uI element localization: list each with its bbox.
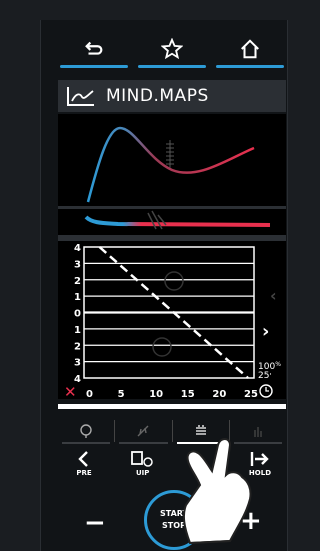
chevron-left-icon <box>78 450 88 467</box>
progress-bar <box>58 404 286 409</box>
x-tick-label: 5 <box>118 389 125 399</box>
probe-icon <box>80 424 92 438</box>
x-tick-label: 20 <box>212 389 226 399</box>
humidity-curve-graph <box>58 209 286 235</box>
fan-icon <box>164 271 184 291</box>
clock-icon <box>259 384 273 398</box>
temperature-curve-graph <box>58 114 286 206</box>
uip-icon <box>130 450 153 467</box>
speed-chart-svg: 432101234 0 5 10 15 20 25 ✕ ‹ › 100% 25' <box>64 243 281 399</box>
decrease-button[interactable]: − <box>84 508 106 538</box>
y-tick-label: 0 <box>74 309 81 320</box>
title-bar: MIND.MAPS <box>58 80 286 112</box>
humidity-curve <box>84 210 271 230</box>
favorite-button[interactable] <box>136 28 208 70</box>
y-tick-label: 3 <box>74 259 81 270</box>
y-tick-label: 4 <box>74 243 81 254</box>
x-tick-label: 0 <box>86 389 93 399</box>
pointing-hand-icon <box>182 438 252 545</box>
x-tick-label: 10 <box>149 389 163 399</box>
close-marker[interactable]: ✕ <box>64 383 77 399</box>
page-title: MIND.MAPS <box>106 86 209 106</box>
pre-label: PRE <box>76 468 92 477</box>
fan-tab-icon <box>137 425 149 437</box>
scroll-up-chevron-icon[interactable]: ‹ <box>270 286 277 305</box>
x-tick-label: 25 <box>244 389 258 399</box>
y-tick-label: 1 <box>74 325 81 336</box>
home-button[interactable] <box>214 28 286 70</box>
uip-label: UIP <box>135 468 150 477</box>
speed-chart[interactable]: 432101234 0 5 10 15 20 25 ✕ ‹ › 100% 25' <box>58 241 286 399</box>
y-tick-label: 2 <box>74 341 81 352</box>
y-tick-label: 2 <box>74 276 81 287</box>
return-arrow-icon <box>85 41 103 55</box>
tab-probe[interactable] <box>58 420 116 444</box>
fan-icon <box>152 337 172 357</box>
home-icon <box>241 39 259 59</box>
time-label: 25' <box>258 371 271 381</box>
top-navigation <box>58 28 286 70</box>
back-button[interactable] <box>58 28 130 70</box>
star-icon <box>161 38 183 60</box>
pre-button[interactable]: PRE <box>58 450 110 477</box>
y-tick-label: 3 <box>74 358 81 369</box>
x-tick-label: 15 <box>181 389 195 399</box>
temperature-curve <box>86 126 255 203</box>
line-chart-icon <box>67 87 94 106</box>
y-tick-label: 1 <box>74 292 81 303</box>
scroll-right-chevron-icon[interactable]: › <box>262 321 269 342</box>
